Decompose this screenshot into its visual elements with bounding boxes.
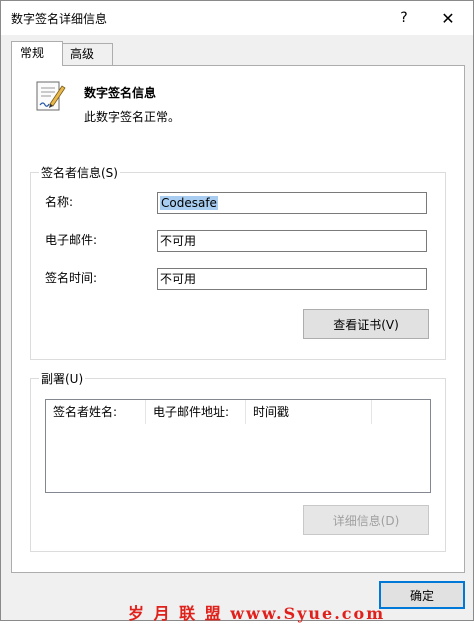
signed-document-icon [36,81,66,111]
general-tab-panel: 数字签名信息 此数字签名正常。 签名者信息(S) 名称: Codesafe 电子… [11,65,465,573]
window-title: 数字签名详细信息 [11,12,108,26]
view-certificate-button[interactable]: 查看证书(V) [303,309,429,339]
email-label: 电子邮件: [45,233,98,247]
countersignature-list[interactable]: 签名者姓名: 电子邮件地址: 时间戳 [45,399,431,493]
signer-info-group: 签名者信息(S) 名称: Codesafe 电子邮件: 不可用 签名时间: 不可… [30,164,446,360]
list-header: 签名者姓名: 电子邮件地址: 时间戳 [46,400,430,424]
signing-time-field[interactable]: 不可用 [157,268,427,290]
ok-button[interactable]: 确定 [379,581,465,609]
help-button[interactable]: ? [389,5,419,31]
close-button[interactable]: ✕ [433,5,463,31]
watermark-text: 岁 月 联 盟 www.Syue.com [128,604,386,623]
column-signer-name[interactable]: 签名者姓名: [46,400,146,424]
email-field[interactable]: 不可用 [157,230,427,252]
close-icon: ✕ [441,8,455,28]
info-title: 数字签名信息 [84,86,157,100]
name-field[interactable]: Codesafe [157,192,427,214]
column-email-address[interactable]: 电子邮件地址: [146,400,246,424]
name-value: Codesafe [160,196,218,210]
dialog-window: 数字签名详细信息 ? ✕ 常规 高级 数字签名信息 此数字签名正常。 签名者信息… [0,0,474,621]
tab-advanced[interactable]: 高级 [61,43,113,65]
signer-info-legend: 签名者信息(S) [39,164,120,181]
name-label: 名称: [45,195,74,209]
column-timestamp[interactable]: 时间戳 [246,400,372,424]
tab-general[interactable]: 常规 [11,41,63,66]
help-icon: ? [400,10,408,26]
details-button[interactable]: 详细信息(D) [303,505,429,535]
info-message: 此数字签名正常。 [84,110,181,124]
countersignature-group: 副署(U) 签名者姓名: 电子邮件地址: 时间戳 详细信息(D) [30,370,446,552]
title-bar: 数字签名详细信息 ? ✕ [1,1,473,35]
countersignature-legend: 副署(U) [39,370,86,387]
signing-time-label: 签名时间: [45,271,98,285]
